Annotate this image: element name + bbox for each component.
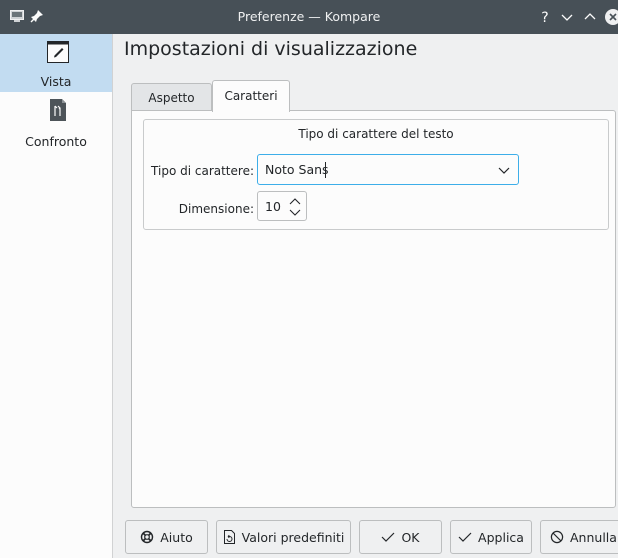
size-label: Dimensione: [178, 202, 254, 216]
defaults-button[interactable]: Valori predefiniti [216, 520, 351, 554]
spin-arrows-icon[interactable] [288, 196, 302, 218]
group-title: Tipo di carattere del testo [298, 127, 454, 141]
sidebar-item-vista[interactable]: Vista [0, 34, 112, 92]
sidebar: Vista Confronto [0, 34, 113, 558]
lifebuoy-icon [141, 530, 154, 544]
font-value[interactable]: Noto Sans [265, 162, 329, 178]
sidebar-item-label: Vista [40, 74, 72, 89]
window-titlebar[interactable]: Preferenze — Kompare ? [0, 0, 618, 34]
check-icon [382, 532, 395, 542]
brush-icon [47, 41, 69, 63]
font-label: Tipo di carattere: [151, 164, 254, 178]
tab-caratteri[interactable]: Caratteri [212, 80, 290, 112]
svg-text:?: ? [541, 10, 548, 25]
page-title: Impostazioni di visualizzazione [124, 38, 418, 60]
minimize-chevron-down-icon[interactable] [559, 9, 575, 25]
cancel-button-label: Annulla [570, 529, 617, 545]
size-spinbox[interactable]: 10 [257, 191, 307, 221]
apply-button[interactable]: Applica [450, 520, 532, 554]
cancel-icon [550, 530, 564, 544]
close-icon[interactable] [605, 9, 618, 25]
maximize-chevron-up-icon[interactable] [582, 9, 598, 25]
font-group: Tipo di carattere del testo Tipo di cara… [143, 119, 609, 230]
help-button[interactable]: Aiuto [125, 520, 208, 554]
sidebar-item-confronto[interactable]: Confronto [0, 92, 112, 150]
diff-file-icon [50, 99, 66, 121]
font-combobox[interactable]: Noto Sans [257, 154, 519, 185]
ok-button-label: OK [401, 529, 420, 545]
ok-button[interactable]: OK [359, 520, 442, 554]
sidebar-item-label: Confronto [25, 134, 87, 149]
window-title: Preferenze — Kompare [237, 9, 381, 24]
check-icon [458, 532, 472, 542]
document-revert-icon [223, 530, 235, 544]
chevron-down-icon[interactable] [498, 165, 510, 175]
size-value[interactable]: 10 [265, 199, 281, 215]
help-button-label: Aiuto [160, 529, 193, 545]
tab-aspetto[interactable]: Aspetto [131, 83, 212, 111]
cancel-button[interactable]: Annulla [540, 520, 618, 554]
apply-button-label: Applica [478, 529, 524, 545]
defaults-button-label: Valori predefiniti [241, 529, 345, 545]
text-cursor [325, 162, 326, 178]
help-icon[interactable]: ? [537, 9, 553, 25]
tab-panel-caratteri: Tipo di carattere del testo Tipo di cara… [131, 110, 616, 508]
